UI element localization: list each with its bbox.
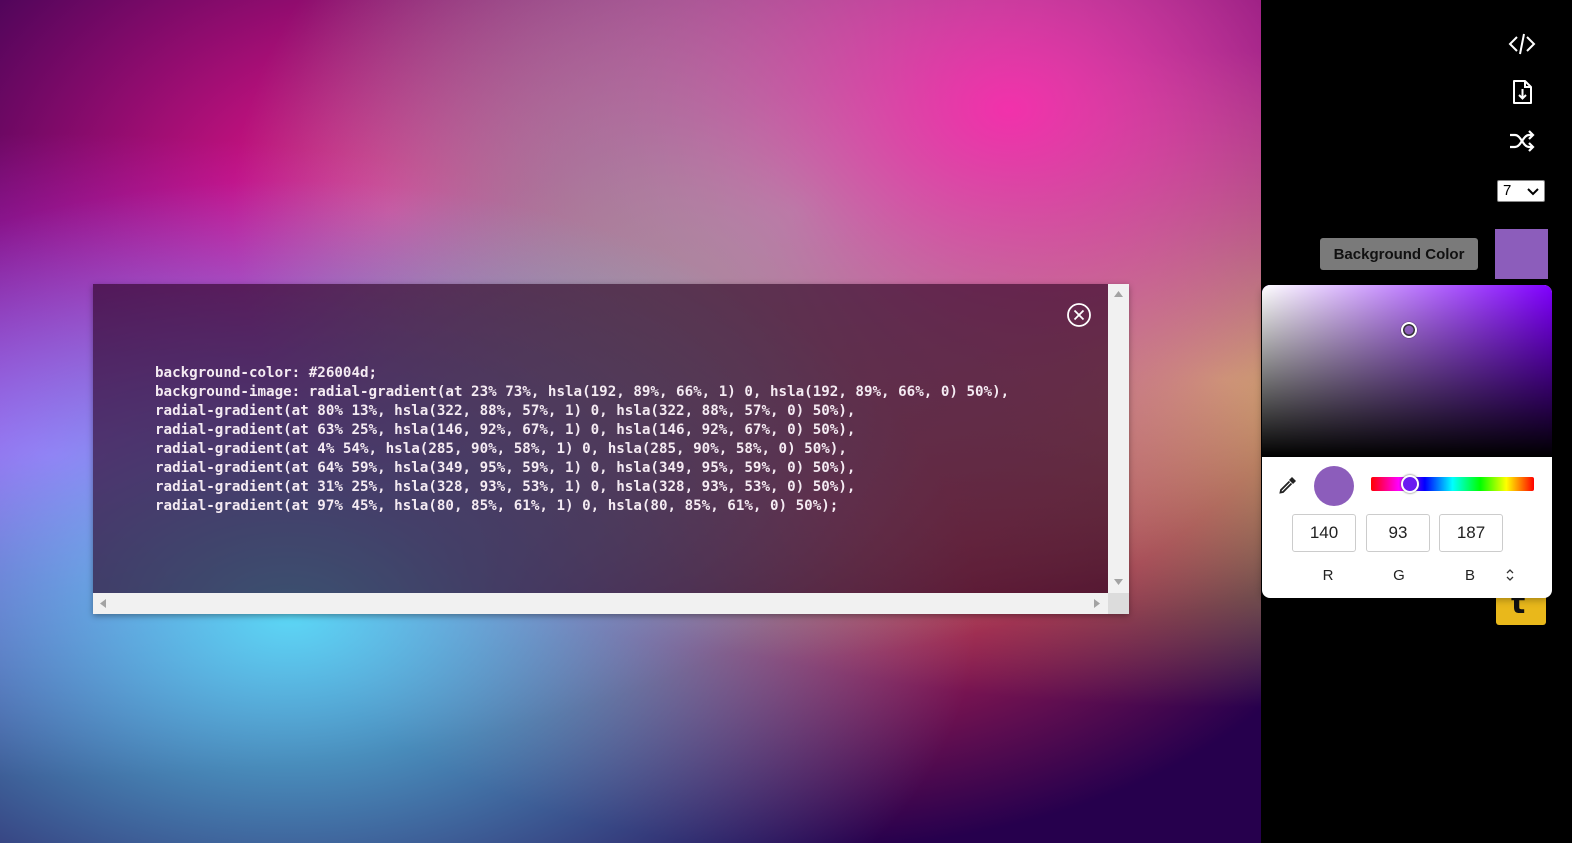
red-label: R xyxy=(1322,567,1334,584)
scroll-right-arrow-icon[interactable] xyxy=(1094,599,1100,608)
show-code-button[interactable] xyxy=(1508,30,1536,58)
gradient-count-select[interactable]: 7 xyxy=(1497,180,1545,202)
css-code-text[interactable]: background-color: #26004d; background-im… xyxy=(155,364,1009,516)
download-button[interactable] xyxy=(1508,78,1536,106)
scroll-up-arrow-icon[interactable] xyxy=(1114,291,1123,297)
hue-slider[interactable] xyxy=(1371,477,1534,491)
color-mode-toggle[interactable] xyxy=(1505,568,1515,582)
background-color-swatch[interactable] xyxy=(1495,229,1548,279)
code-icon xyxy=(1508,33,1536,55)
blue-label: B xyxy=(1464,567,1475,584)
css-code-modal: background-color: #26004d; background-im… xyxy=(93,284,1129,614)
eyedropper-button[interactable] xyxy=(1278,475,1298,495)
gradient-count-value: 7 xyxy=(1503,182,1512,199)
background-color-button[interactable]: Background Color xyxy=(1320,238,1478,270)
color-picker: 140 93 187 R G B xyxy=(1262,285,1552,598)
eyedropper-icon xyxy=(1279,477,1296,494)
download-file-icon xyxy=(1513,80,1532,104)
saturation-handle[interactable] xyxy=(1401,322,1417,338)
green-label: G xyxy=(1393,567,1405,584)
red-input[interactable]: 140 xyxy=(1292,514,1356,552)
close-modal-button[interactable] xyxy=(1066,302,1092,328)
horizontal-scrollbar[interactable] xyxy=(93,593,1108,614)
color-preview xyxy=(1314,466,1354,506)
scroll-left-arrow-icon[interactable] xyxy=(100,599,106,608)
background-color-label: Background Color xyxy=(1333,245,1465,263)
shuffle-icon xyxy=(1510,130,1535,152)
scroll-down-arrow-icon[interactable] xyxy=(1114,579,1123,585)
saturation-area[interactable] xyxy=(1262,285,1552,457)
chevron-down-icon xyxy=(1527,188,1539,196)
green-input[interactable]: 93 xyxy=(1366,514,1430,552)
shuffle-button[interactable] xyxy=(1508,127,1536,155)
code-area[interactable]: background-color: #26004d; background-im… xyxy=(93,284,1108,593)
up-down-chevron-icon xyxy=(1506,569,1514,581)
vertical-scrollbar[interactable] xyxy=(1108,284,1129,593)
scrollbar-corner xyxy=(1108,593,1129,614)
blue-input[interactable]: 187 xyxy=(1439,514,1503,552)
close-circle-icon xyxy=(1067,303,1091,327)
hue-slider-handle[interactable] xyxy=(1401,475,1419,493)
